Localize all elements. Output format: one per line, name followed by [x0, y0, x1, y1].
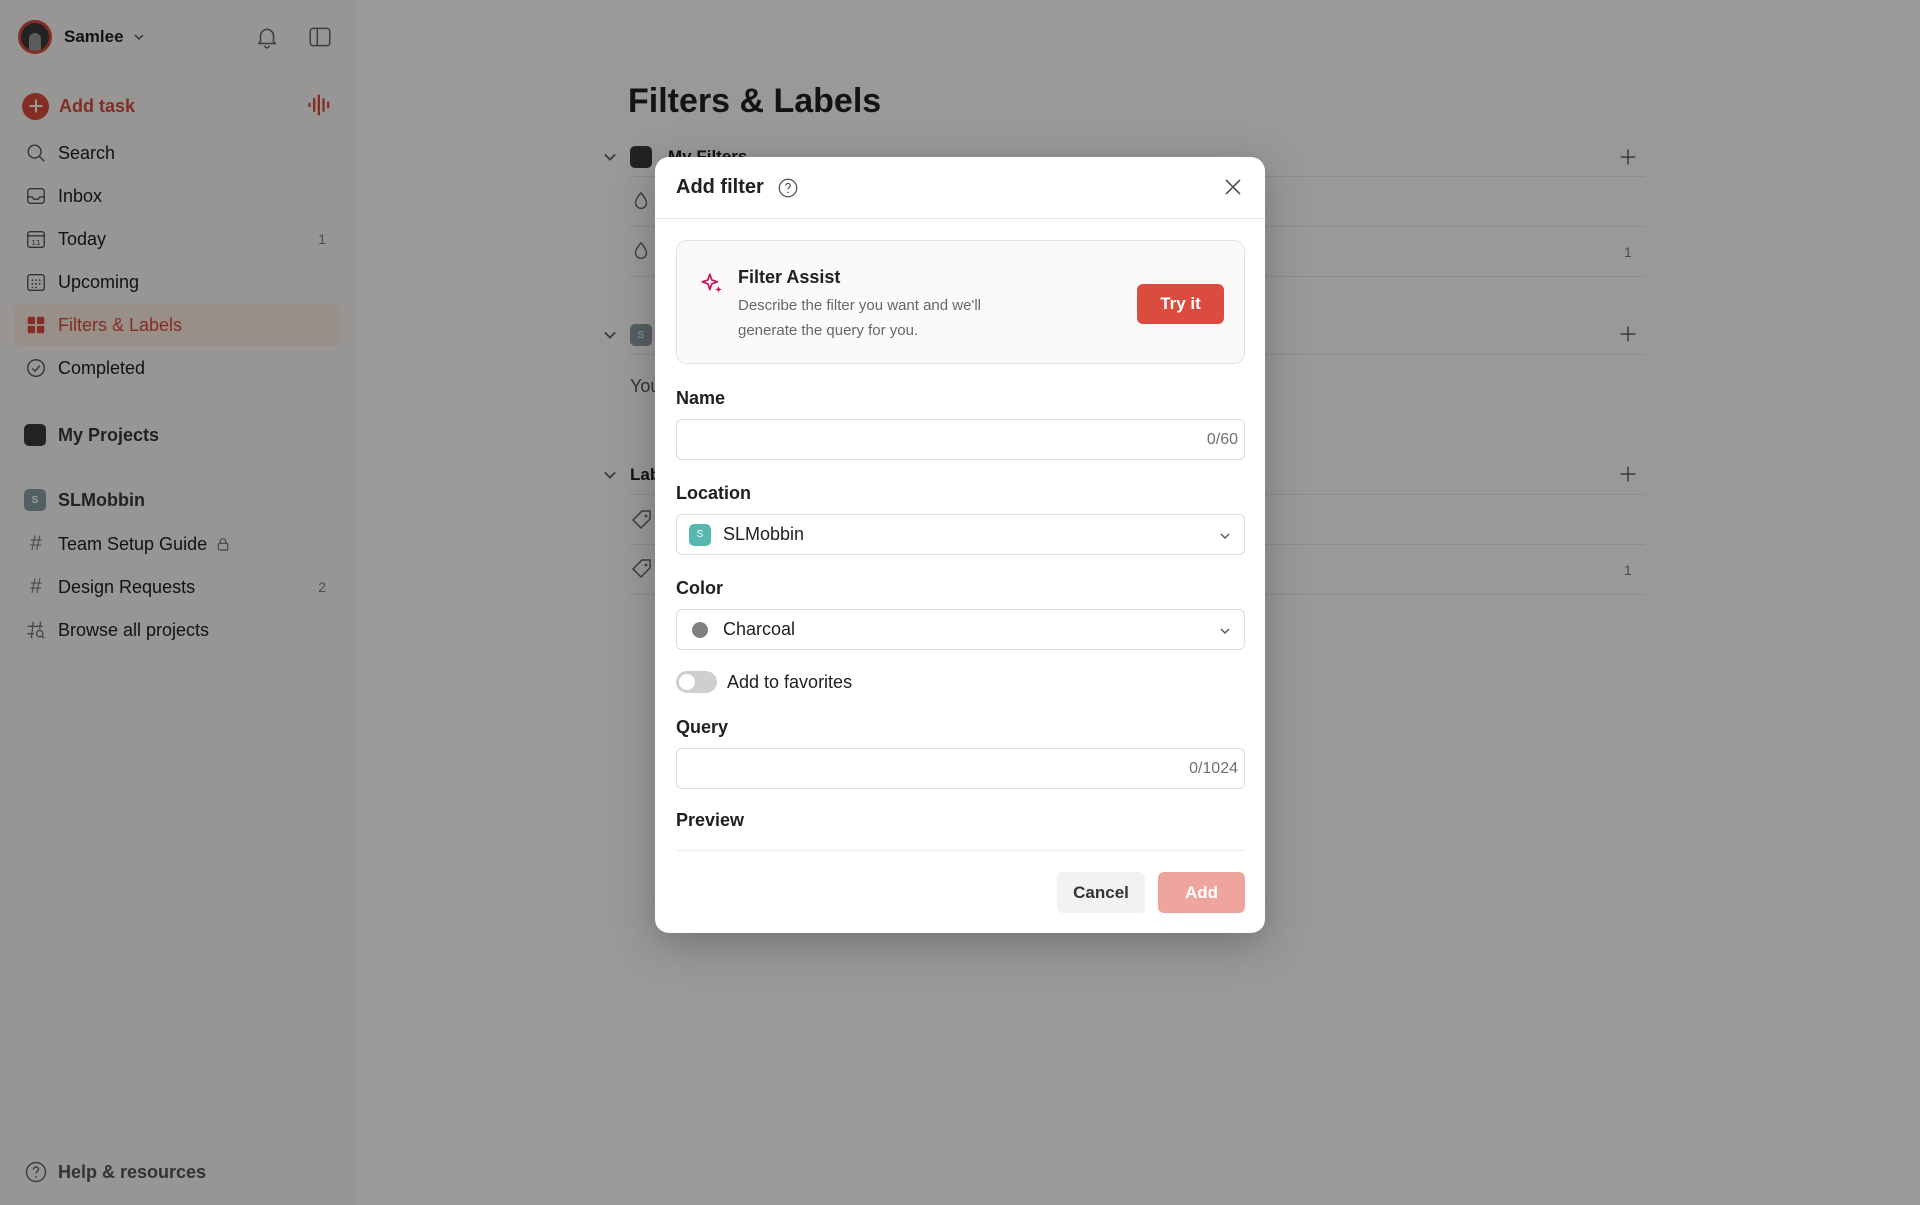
query-counter: 0/1024	[1189, 760, 1238, 777]
try-it-button[interactable]: Try it	[1137, 284, 1224, 324]
chevron-down-icon	[1218, 624, 1232, 638]
location-label: Location	[676, 483, 751, 503]
name-field[interactable]: 0/60	[676, 419, 1245, 460]
query-input[interactable]	[677, 749, 1244, 788]
assist-description: Describe the filter you want and we'll g…	[738, 297, 981, 339]
favorites-toggle[interactable]	[676, 671, 717, 693]
close-icon[interactable]	[1221, 175, 1245, 199]
name-input[interactable]	[677, 420, 1244, 459]
preview-label: Preview	[676, 810, 745, 830]
favorites-label: Add to favorites	[727, 671, 853, 692]
cancel-button[interactable]: Cancel	[1057, 872, 1145, 913]
query-label: Query	[676, 717, 729, 737]
query-field[interactable]: 0/1024	[676, 748, 1245, 789]
name-counter: 0/60	[1206, 431, 1238, 448]
color-value: Charcoal	[723, 619, 796, 639]
assist-title: Filter Assist	[738, 267, 841, 287]
add-button[interactable]: Add	[1158, 872, 1245, 913]
chevron-down-icon	[1218, 529, 1232, 543]
color-swatch	[692, 621, 708, 638]
help-icon[interactable]	[777, 177, 799, 199]
dialog-title: Add filter	[676, 176, 764, 198]
add-filter-dialog: Add filter Filter Assist Describe the fi…	[655, 157, 1265, 933]
name-label: Name	[676, 388, 726, 408]
color-select[interactable]: Charcoal	[676, 609, 1245, 650]
divider	[676, 850, 1245, 851]
filter-assist-card: Filter Assist Describe the filter you wa…	[676, 240, 1245, 364]
color-label: Color	[676, 578, 723, 598]
dialog-header: Add filter	[655, 157, 1265, 219]
location-select[interactable]: S SLMobbin	[676, 514, 1245, 555]
location-value: SLMobbin	[723, 524, 805, 544]
sparkle-icon	[699, 271, 725, 297]
favorites-row: Add to favorites	[676, 671, 852, 693]
workspace-badge: S	[689, 523, 711, 546]
